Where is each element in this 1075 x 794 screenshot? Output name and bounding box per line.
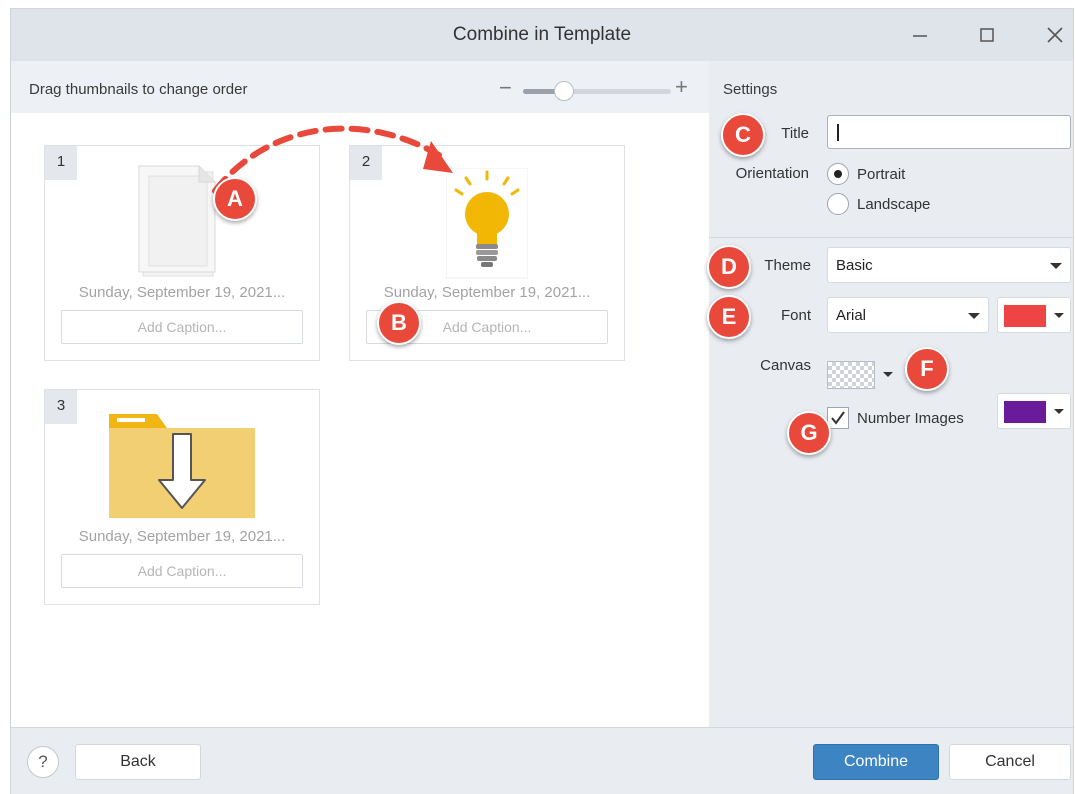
title-bar: Combine in Template [11, 9, 1073, 61]
canvas-color-picker[interactable] [827, 357, 901, 393]
close-button[interactable] [1041, 21, 1069, 49]
thumbnail-date: Sunday, September 19, 2021... [78, 284, 286, 301]
maximize-button[interactable] [973, 21, 1001, 49]
back-button[interactable]: Back [75, 744, 201, 780]
cancel-button[interactable]: Cancel [949, 744, 1071, 780]
thumbnail-card[interactable]: 3 Sunday, September 19, 2021... Add Capt… [44, 389, 320, 605]
transparent-canvas-swatch [827, 361, 875, 389]
number-color-swatch [1004, 401, 1046, 423]
caption-input[interactable]: Add Caption... [61, 310, 303, 344]
callout-marker-d: D [707, 245, 751, 289]
dialog-footer: ? Back Combine Cancel [11, 727, 1073, 794]
thumbnail-number: 1 [45, 146, 77, 180]
theme-label: Theme [764, 257, 811, 274]
callout-marker-f: F [905, 347, 949, 391]
radio-selected-dot [834, 170, 842, 178]
callout-marker-a: A [213, 177, 257, 221]
combine-button[interactable]: Combine [813, 744, 939, 780]
font-label: Font [780, 307, 811, 324]
maximize-icon [980, 28, 994, 42]
close-icon [1047, 27, 1063, 43]
callout-marker-e: E [707, 295, 751, 339]
thumbnail-toolbar: Drag thumbnails to change order − + [11, 61, 709, 113]
number-images-label: Number Images [857, 410, 964, 427]
settings-panel: Settings Title Orientation Portrait Land… [709, 61, 1073, 727]
callout-marker-b: B [377, 301, 421, 345]
landscape-label: Landscape [857, 196, 931, 213]
chevron-down-icon [883, 372, 893, 377]
title-input[interactable] [827, 115, 1071, 149]
theme-dropdown[interactable]: Basic [827, 247, 1071, 283]
combine-template-dialog: Combine in Template Drag thumbnails to c… [10, 8, 1074, 794]
portrait-label: Portrait [857, 166, 906, 183]
thumbnail-date: Sunday, September 19, 2021... [383, 284, 591, 301]
theme-value: Basic [836, 257, 873, 274]
callout-marker-c: C [721, 113, 765, 157]
drag-hint-text: Drag thumbnails to change order [29, 81, 248, 98]
number-images-checkbox[interactable] [827, 407, 849, 429]
zoom-slider[interactable] [523, 81, 671, 101]
settings-heading: Settings [723, 81, 778, 98]
radio-button[interactable] [827, 163, 849, 185]
font-dropdown[interactable]: Arial [827, 297, 989, 333]
help-button[interactable]: ? [27, 746, 59, 778]
chevron-down-icon [1050, 263, 1062, 269]
minimize-button[interactable] [906, 21, 934, 49]
checkmark-icon [831, 411, 845, 425]
number-color-picker[interactable] [997, 393, 1071, 429]
radio-button[interactable] [827, 193, 849, 215]
caption-input[interactable]: Add Caption... [61, 554, 303, 588]
callout-marker-g: G [787, 411, 831, 455]
orientation-label: Orientation [735, 165, 809, 182]
text-caret [837, 124, 839, 141]
thumbnail-number: 3 [45, 390, 77, 424]
thumbnail-panel: Drag thumbnails to change order − + 1 Su… [11, 61, 709, 727]
chevron-down-icon [1054, 409, 1064, 414]
chevron-down-icon [1054, 313, 1064, 318]
zoom-slider-thumb[interactable] [554, 81, 575, 101]
minimize-icon [913, 35, 927, 37]
settings-divider [709, 237, 1073, 238]
folder-download-icon [109, 414, 255, 518]
font-value: Arial [836, 307, 867, 324]
font-color-picker[interactable] [997, 297, 1071, 333]
zoom-in-button[interactable]: + [675, 74, 688, 100]
font-color-swatch [1004, 305, 1046, 327]
canvas-label: Canvas [760, 357, 811, 374]
zoom-out-button[interactable]: − [499, 75, 512, 101]
chevron-down-icon [968, 313, 980, 319]
thumbnail-date: Sunday, September 19, 2021... [78, 528, 286, 545]
